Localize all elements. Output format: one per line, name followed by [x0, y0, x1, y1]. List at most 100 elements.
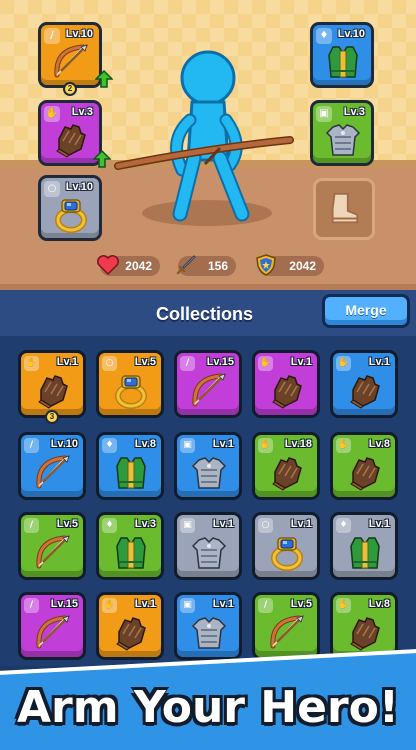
- equipped-vest-level: Lv.10: [337, 28, 365, 40]
- vest-icon: [328, 46, 358, 78]
- glove-type-icon: ✋: [336, 356, 351, 371]
- shield-icon: [256, 254, 276, 276]
- bow-type-icon: /: [24, 598, 39, 613]
- star-badge: 2: [63, 82, 77, 96]
- collection-card-armor[interactable]: ▣ Lv.1: [174, 512, 242, 580]
- sword-icon: [176, 255, 196, 275]
- ring-type-icon: ○: [102, 356, 117, 371]
- star-badge: 3: [45, 410, 59, 424]
- collection-card-glove[interactable]: ✋ Lv.1: [330, 350, 398, 418]
- collection-card-vest[interactable]: ♦ Lv.3: [96, 512, 164, 580]
- collection-card-glove[interactable]: ✋ Lv.18: [252, 432, 320, 500]
- collections-title: Collections: [156, 304, 254, 324]
- bow-type-icon: /: [180, 356, 195, 371]
- collection-card-bow[interactable]: / Lv.15: [18, 592, 86, 660]
- attack-stat: 156: [176, 255, 236, 276]
- health-value: 2042: [125, 259, 152, 273]
- armor-type-icon: ▣: [180, 438, 195, 453]
- glove-type-icon: ✋: [336, 598, 351, 613]
- card-level: Lv.5: [134, 356, 156, 368]
- glove-icon: [272, 375, 302, 409]
- card-level: Lv.1: [212, 518, 234, 530]
- card-level: Lv.1: [290, 356, 312, 368]
- health-stat: 2042: [97, 255, 160, 276]
- armor-type-icon: ▣: [180, 598, 195, 613]
- equipped-ring-level: Lv.10: [65, 181, 93, 193]
- collection-card-armor[interactable]: ▣ Lv.1: [174, 592, 242, 660]
- glove-icon: [272, 457, 302, 491]
- upgrade-arrow-icon[interactable]: [95, 70, 113, 88]
- banner-text: Arm Your Hero!: [17, 682, 399, 733]
- equipped-armor-slot[interactable]: ▣ Lv.3: [310, 100, 374, 166]
- glove-type-icon: ✋: [102, 598, 117, 613]
- armor-icon: [192, 537, 226, 569]
- bow-icon: [33, 532, 73, 572]
- glove-type-icon: ✋: [258, 438, 273, 453]
- card-level: Lv.5: [290, 598, 312, 610]
- defense-value: 2042: [289, 259, 316, 273]
- card-level: Lv.8: [368, 438, 390, 450]
- vest-icon: [116, 537, 146, 569]
- card-level: Lv.15: [50, 598, 78, 610]
- collection-card-glove[interactable]: ✋ Lv.1: [96, 592, 164, 660]
- glove-type-icon: ✋: [258, 356, 273, 371]
- glove-icon: [350, 375, 380, 409]
- collection-card-bow[interactable]: / Lv.5: [18, 512, 86, 580]
- card-level: Lv.3: [134, 518, 156, 530]
- bow-type-icon: /: [24, 518, 39, 533]
- armor-type-icon: ▣: [180, 518, 195, 533]
- collection-card-ring[interactable]: ○ Lv.5: [96, 350, 164, 418]
- glove-icon: [56, 124, 86, 158]
- hero-area: / Lv.10 2 ✋ Lv.3 ○ Lv.10 ♦ Lv.10 ▣ Lv.3 …: [0, 0, 416, 290]
- ring-type-icon: ○: [258, 518, 273, 533]
- collection-card-armor[interactable]: ▣ Lv.1: [174, 432, 242, 500]
- merge-button[interactable]: Merge: [322, 294, 410, 328]
- card-level: Lv.1: [134, 598, 156, 610]
- bow-icon: [267, 612, 307, 652]
- bow-icon: [33, 452, 73, 492]
- collection-card-bow[interactable]: / Lv.10: [18, 432, 86, 500]
- heart-icon: [97, 255, 119, 276]
- collection-card-ring[interactable]: ○ Lv.1: [252, 512, 320, 580]
- card-level: Lv.1: [290, 518, 312, 530]
- vest-type-icon: ♦: [336, 518, 351, 533]
- bow-icon: [33, 612, 73, 652]
- equipped-vest-slot[interactable]: ♦ Lv.10: [310, 22, 374, 88]
- card-level: Lv.18: [284, 438, 312, 450]
- bow-type-icon: /: [258, 598, 273, 613]
- defense-stat: 2042: [256, 254, 324, 276]
- hero-character[interactable]: [110, 50, 310, 230]
- boot-icon: [331, 192, 359, 224]
- upgrade-arrow-icon[interactable]: [93, 150, 111, 168]
- collection-card-bow[interactable]: / Lv.15: [174, 350, 242, 418]
- glove-type-icon: ✋: [24, 356, 39, 371]
- ring-icon: [51, 194, 91, 234]
- collection-card-glove[interactable]: ✋ Lv.1: [252, 350, 320, 418]
- glove-type-icon: ✋: [336, 438, 351, 453]
- armor-icon: [326, 124, 360, 156]
- collection-card-bow[interactable]: / Lv.5: [252, 592, 320, 660]
- equipped-armor-level: Lv.3: [343, 106, 365, 118]
- armor-icon: [192, 457, 226, 489]
- card-level: Lv.1: [56, 356, 78, 368]
- card-level: Lv.10: [50, 438, 78, 450]
- bow-type-icon: /: [24, 438, 39, 453]
- collection-card-vest[interactable]: ♦ Lv.1: [330, 512, 398, 580]
- equipped-bow-slot[interactable]: / Lv.10: [38, 22, 102, 88]
- card-level: Lv.8: [368, 598, 390, 610]
- vest-icon: [350, 537, 380, 569]
- collection-card-vest[interactable]: ♦ Lv.8: [96, 432, 164, 500]
- vest-type-icon: ♦: [102, 518, 117, 533]
- glove-icon: [350, 617, 380, 651]
- equipped-ring-slot[interactable]: ○ Lv.10: [38, 175, 102, 241]
- card-level: Lv.5: [56, 518, 78, 530]
- vest-icon: [116, 457, 146, 489]
- attack-value: 156: [207, 259, 228, 273]
- equipped-glove-level: Lv.3: [71, 106, 93, 118]
- collection-card-glove[interactable]: ✋ Lv.8: [330, 432, 398, 500]
- collection-card-glove[interactable]: ✋ Lv.1: [18, 350, 86, 418]
- empty-boots-slot[interactable]: [313, 178, 375, 240]
- ring-icon: [267, 532, 307, 572]
- vest-type-icon: ♦: [102, 438, 117, 453]
- card-level: Lv.8: [134, 438, 156, 450]
